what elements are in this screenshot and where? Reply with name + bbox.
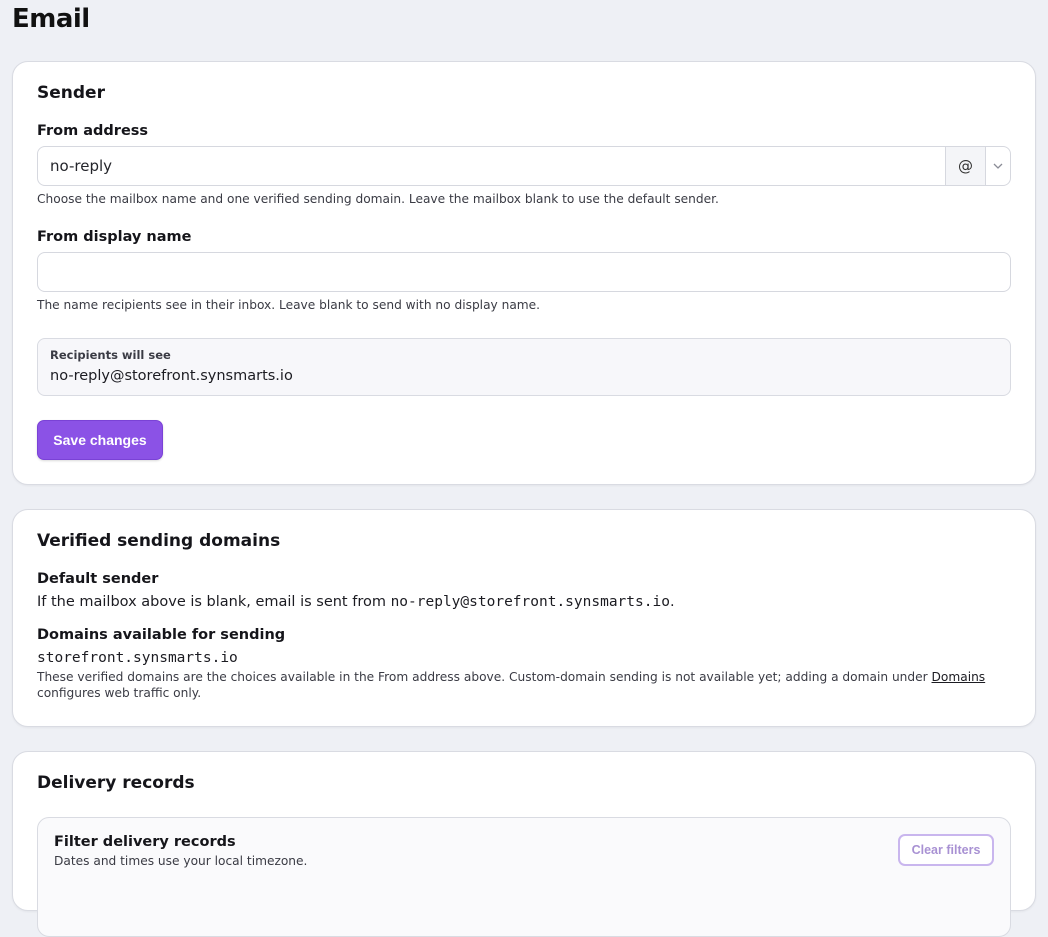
- domain-select[interactable]: [985, 147, 1010, 185]
- sender-card: Sender From address no-reply @ Choose th…: [12, 61, 1036, 485]
- from-display-name-help: The name recipients see in their inbox. …: [37, 298, 541, 312]
- from-address-help: Choose the mailbox name and one verified…: [37, 192, 719, 206]
- domains-help-after: configures web traffic only.: [37, 686, 202, 700]
- verified-domains-title: Verified sending domains: [37, 531, 281, 551]
- filter-subtitle: Dates and times use your local timezone.: [54, 854, 308, 868]
- from-display-name-input[interactable]: [37, 252, 1011, 292]
- sender-card-title: Sender: [37, 83, 105, 103]
- recipient-preview-value: no-reply@storefront.synsmarts.io: [50, 368, 293, 384]
- domains-available-label: Domains available for sending: [37, 627, 286, 643]
- clear-filters-button[interactable]: Clear filters: [898, 834, 994, 866]
- at-symbol: @: [945, 147, 985, 185]
- domains-available-help: These verified domains are the choices a…: [37, 669, 997, 701]
- recipient-preview: Recipients will see no-reply@storefront.…: [37, 338, 1011, 396]
- default-sender-label: Default sender: [37, 571, 159, 587]
- default-sender-text-before: If the mailbox above is blank, email is …: [37, 594, 391, 610]
- from-address-field[interactable]: no-reply @: [37, 146, 1011, 186]
- default-sender-address: no-reply@storefront.synsmarts.io: [390, 594, 670, 610]
- available-domain: storefront.synsmarts.io: [37, 650, 238, 666]
- filter-title: Filter delivery records: [54, 834, 236, 850]
- default-sender-text-after: .: [669, 594, 675, 610]
- recipient-preview-label: Recipients will see: [50, 348, 171, 362]
- filter-panel: Filter delivery records Dates and times …: [37, 817, 1011, 937]
- delivery-records-card: Delivery records Filter delivery records…: [12, 751, 1036, 937]
- delivery-records-title: Delivery records: [37, 773, 195, 793]
- domains-link[interactable]: Domains: [932, 670, 986, 684]
- default-sender-text: If the mailbox above is blank, email is …: [37, 594, 675, 610]
- page-title: Email: [12, 4, 90, 34]
- from-address-mailbox-input[interactable]: no-reply: [50, 157, 112, 175]
- save-changes-button[interactable]: Save changes: [37, 420, 163, 460]
- from-display-name-label: From display name: [37, 229, 192, 245]
- verified-domains-card: Verified sending domains Default sender …: [12, 509, 1036, 727]
- domains-help-before: These verified domains are the choices a…: [37, 670, 932, 684]
- from-address-label: From address: [37, 123, 149, 139]
- chevron-down-icon: [993, 163, 1003, 169]
